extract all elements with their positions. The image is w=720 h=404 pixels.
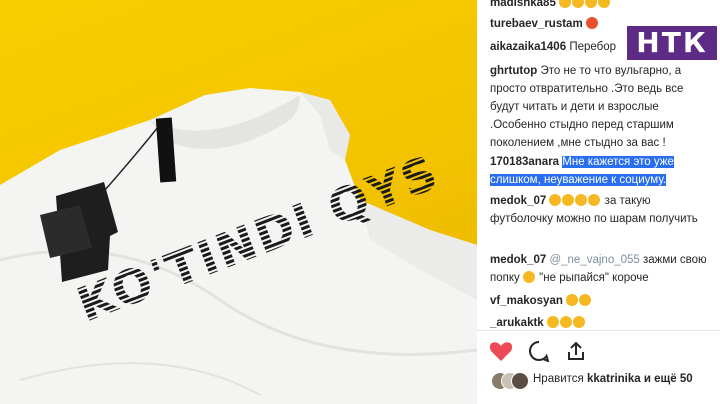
comment-username[interactable]: medok_07 [490,195,546,207]
comment-username[interactable]: 170183anara [490,156,559,168]
comment-row: ghrtutop Это не то что вульгарно, а прос… [490,62,714,152]
comment-row: medok_07 @_ne_vajno_055 зажми свою попку… [490,251,714,287]
comment-mention[interactable]: @_ne_vajno_055 [549,254,639,266]
likes-count[interactable]: и ещё 50 [644,373,693,385]
comment-row: vf_makosyan [490,292,714,310]
channel-logo: НТК [627,26,717,60]
comment-text-continued: "не рыпайся" короче [539,272,649,284]
comment-username[interactable]: aikazaika1406 [490,41,566,53]
comment-text: Это не то что вульгарно, а просто отврат… [490,65,684,149]
logo-underline [627,60,717,63]
comment-row: 170183anara Мне кажется это уже слишком,… [490,153,714,189]
comment-row: medok_07 за такую футболочку можно по ша… [490,192,714,228]
likes-summary: Нравится kkatrinika и ещё 50 [491,372,720,390]
avatar[interactable] [511,372,529,390]
post-photo: KO'TINDI QYS [0,0,477,404]
divider [477,330,720,331]
comment-username[interactable]: turebaev_rustam [490,18,583,30]
likes-prefix: Нравится [533,373,584,385]
likes-username[interactable]: kkatrinika [587,373,641,385]
comment-icon[interactable] [527,340,551,365]
comment-text: Перебор [569,41,617,53]
comment-username[interactable]: _аrukaktk [490,317,544,329]
comment-row: madishka85 [490,0,714,12]
comment-username[interactable]: madishka85 [490,0,556,9]
comment-username[interactable]: medok_07 [490,254,546,266]
share-icon[interactable] [565,340,587,365]
comment-username[interactable]: ghrtutop [490,65,537,77]
comment-username[interactable]: vf_makosyan [490,295,563,307]
heart-icon[interactable] [489,340,513,365]
